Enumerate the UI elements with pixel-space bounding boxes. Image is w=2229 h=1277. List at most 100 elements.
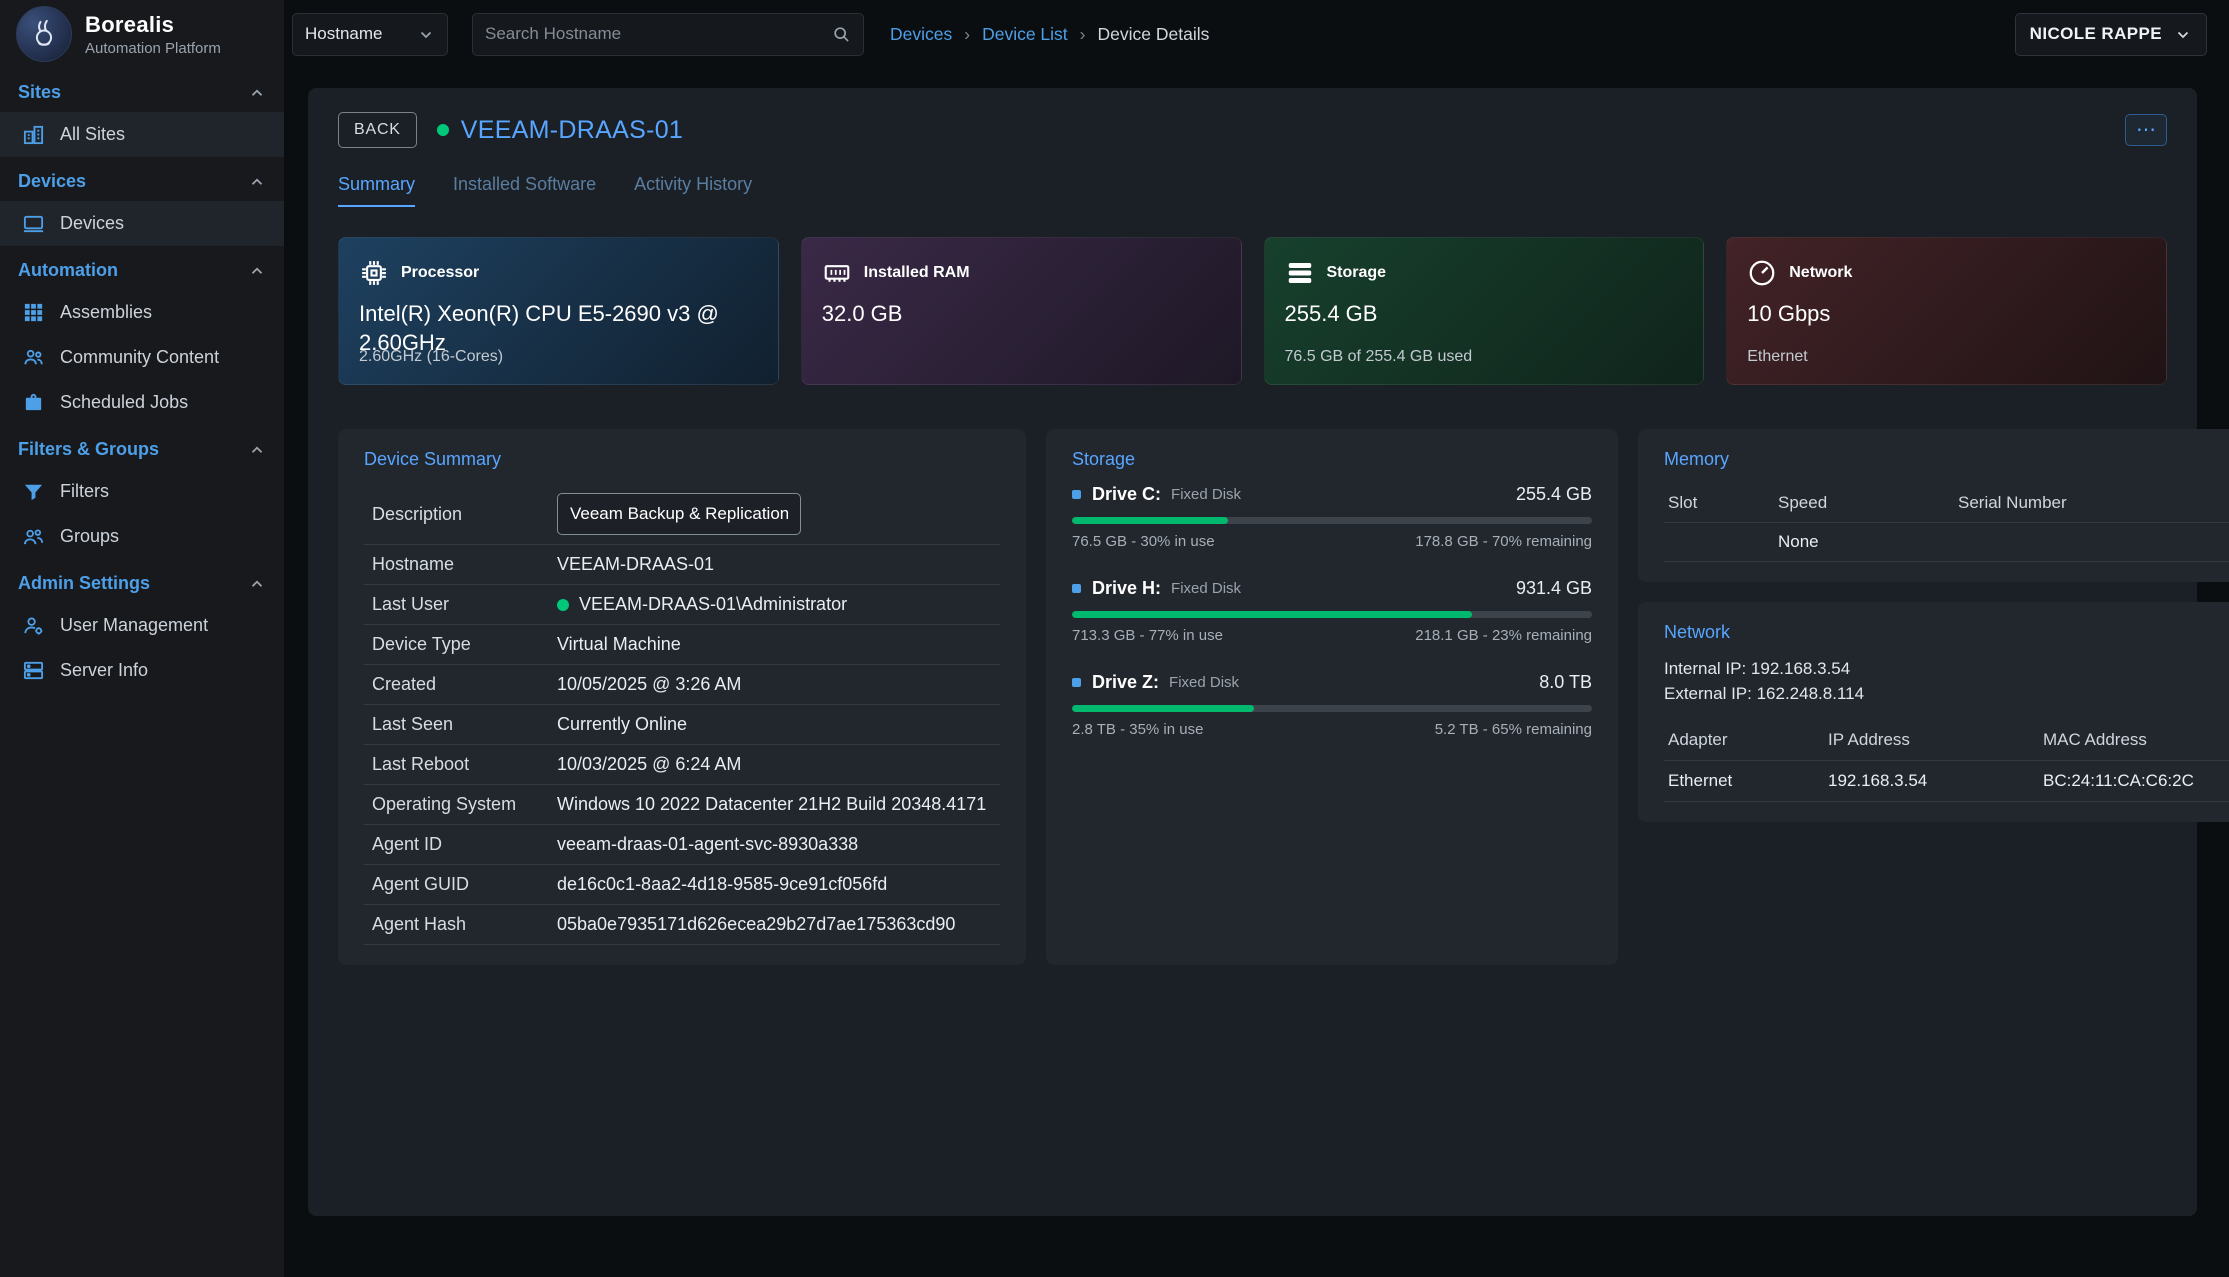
- search-filter-dropdown[interactable]: Hostname: [292, 13, 448, 56]
- drive-row-h: Drive H: Fixed Disk 931.4 GB 713.3 GB - …: [1072, 578, 1592, 644]
- user-name: NICOLE RAPPE: [2030, 24, 2162, 44]
- summary-row-value: de16c0c1-8aa2-4d18-9585-9ce91cf056fd: [557, 874, 887, 895]
- sidebar-item-filters[interactable]: Filters: [0, 469, 284, 514]
- tab-activity-history[interactable]: Activity History: [634, 174, 752, 207]
- tab-summary[interactable]: Summary: [338, 174, 415, 207]
- drive-used-text: 2.8 TB - 35% in use: [1072, 721, 1203, 738]
- user-menu-button[interactable]: NICOLE RAPPE: [2015, 13, 2207, 56]
- sidebar-item-devices[interactable]: Devices: [0, 201, 284, 246]
- summary-row-label: Hostname: [372, 554, 557, 575]
- search-icon[interactable]: [831, 24, 851, 44]
- sidebar-item-label: Server Info: [60, 660, 148, 681]
- memory-speed-value: None: [1774, 522, 1954, 562]
- drive-size: 8.0 TB: [1539, 672, 1592, 693]
- sidebar-item-assemblies[interactable]: Assemblies: [0, 290, 284, 335]
- sidebar-section-filters-groups[interactable]: Filters & Groups: [0, 425, 284, 469]
- summary-row-label: Last Seen: [372, 714, 557, 735]
- memory-panel: Memory Slot Speed Serial Number Capacity…: [1638, 429, 2229, 582]
- stat-card-title: Processor: [401, 264, 479, 282]
- summary-row-value: Currently Online: [557, 714, 687, 735]
- summary-row-label: Agent Hash: [372, 914, 557, 935]
- stat-card-row: Processor Intel(R) Xeon(R) CPU E5-2690 v…: [338, 237, 2167, 385]
- memory-serial-value: [1954, 522, 2229, 562]
- sidebar-section-devices[interactable]: Devices: [0, 157, 284, 201]
- breadcrumb-devices[interactable]: Devices: [890, 24, 952, 45]
- sidebar-section-sites[interactable]: Sites: [0, 68, 284, 112]
- device-summary-panel: Device Summary Description Hostname VEEA…: [338, 429, 1026, 965]
- chevron-up-icon: [248, 84, 266, 102]
- stat-card-storage: Storage 255.4 GB 76.5 GB of 255.4 GB use…: [1264, 237, 1705, 385]
- more-options-button[interactable]: ⋯: [2125, 114, 2167, 146]
- sidebar-item-groups[interactable]: Groups: [0, 514, 284, 559]
- sidebar-item-label: Groups: [60, 526, 119, 547]
- summary-row-created: Created 10/05/2025 @ 3:26 AM: [364, 665, 1000, 705]
- internal-ip: Internal IP: 192.168.3.54: [1664, 657, 2229, 682]
- drive-type: Fixed Disk: [1171, 580, 1241, 597]
- stat-card-network: Network 10 Gbps Ethernet: [1726, 237, 2167, 385]
- summary-row-agent-id: Agent ID veeam-draas-01-agent-svc-8930a3…: [364, 825, 1000, 865]
- sidebar-item-all-sites[interactable]: All Sites: [0, 112, 284, 157]
- panel-title: Memory: [1664, 449, 2229, 470]
- chevron-up-icon: [248, 441, 266, 459]
- sidebar-item-label: User Management: [60, 615, 208, 636]
- sidebar-section-label: Sites: [18, 82, 61, 103]
- sidebar-item-label: Community Content: [60, 347, 219, 368]
- brand-subtitle: Automation Platform: [85, 40, 221, 57]
- sidebar-section-admin-settings[interactable]: Admin Settings: [0, 559, 284, 603]
- network-panel: Network Internal IP: 192.168.3.54 Extern…: [1638, 602, 2229, 822]
- sidebar-item-server-info[interactable]: Server Info: [0, 648, 284, 693]
- filter-funnel-icon: [22, 480, 45, 503]
- summary-row-value: VEEAM-DRAAS-01: [557, 554, 714, 575]
- drive-name: Drive Z:: [1092, 672, 1159, 693]
- sidebar-item-label: Scheduled Jobs: [60, 392, 188, 413]
- sidebar: Borealis Automation Platform Sites All S…: [0, 0, 284, 1277]
- summary-row-label: Device Type: [372, 634, 557, 655]
- breadcrumb: Devices › Device List › Device Details: [890, 24, 1209, 45]
- sidebar-item-scheduled-jobs[interactable]: Scheduled Jobs: [0, 380, 284, 425]
- summary-row-label: Last Reboot: [372, 754, 557, 775]
- drive-usage-bar: [1072, 705, 1592, 712]
- summary-row-description: Description: [364, 484, 1000, 545]
- drive-used-text: 76.5 GB - 30% in use: [1072, 533, 1215, 550]
- tab-installed-software[interactable]: Installed Software: [453, 174, 596, 207]
- community-people-icon: [22, 346, 45, 369]
- summary-row-agent-guid: Agent GUID de16c0c1-8aa2-4d18-9585-9ce91…: [364, 865, 1000, 905]
- panel-title: Device Summary: [364, 449, 1000, 470]
- network-header-ip: IP Address: [1824, 720, 2039, 760]
- stat-card-processor: Processor Intel(R) Xeon(R) CPU E5-2690 v…: [338, 237, 779, 385]
- search-box: [472, 13, 864, 56]
- summary-row-value: Virtual Machine: [557, 634, 681, 655]
- chevron-down-icon: [417, 25, 435, 43]
- summary-row-label: Operating System: [372, 794, 557, 815]
- right-panel-column: Memory Slot Speed Serial Number Capacity…: [1638, 429, 2229, 822]
- drive-remaining-text: 5.2 TB - 65% remaining: [1435, 721, 1592, 738]
- stat-card-ram: Installed RAM 32.0 GB: [801, 237, 1242, 385]
- drive-remaining-text: 218.1 GB - 23% remaining: [1415, 627, 1592, 644]
- stat-card-footer: 2.60GHz (16-Cores): [359, 348, 503, 366]
- drive-usage-bar: [1072, 611, 1592, 618]
- tab-bar: Summary Installed Software Activity Hist…: [338, 174, 2167, 207]
- drive-bullet-icon: [1072, 490, 1081, 499]
- description-input[interactable]: [557, 493, 801, 535]
- online-status-dot: [437, 124, 449, 136]
- search-filter-value: Hostname: [305, 24, 382, 44]
- summary-row-device-type: Device Type Virtual Machine: [364, 625, 1000, 665]
- stat-card-value: 255.4 GB: [1285, 300, 1684, 329]
- summary-row-label: Agent GUID: [372, 874, 557, 895]
- back-button[interactable]: BACK: [338, 112, 417, 148]
- drive-type: Fixed Disk: [1171, 486, 1241, 503]
- sidebar-item-user-management[interactable]: User Management: [0, 603, 284, 648]
- sidebar-item-community-content[interactable]: Community Content: [0, 335, 284, 380]
- stat-card-title: Installed RAM: [864, 264, 970, 282]
- sidebar-section-automation[interactable]: Automation: [0, 246, 284, 290]
- panel-title: Network: [1664, 622, 2229, 643]
- app-root: Borealis Automation Platform Sites All S…: [0, 0, 2229, 1277]
- breadcrumb-separator: ›: [1080, 24, 1086, 45]
- breadcrumb-device-list[interactable]: Device List: [982, 24, 1068, 45]
- user-gear-icon: [22, 614, 45, 637]
- chevron-up-icon: [248, 262, 266, 280]
- network-table: Adapter IP Address MAC Address Ethernet …: [1664, 720, 2229, 802]
- summary-row-hostname: Hostname VEEAM-DRAAS-01: [364, 545, 1000, 585]
- search-input[interactable]: [485, 24, 831, 44]
- stat-card-value: 32.0 GB: [822, 300, 1221, 329]
